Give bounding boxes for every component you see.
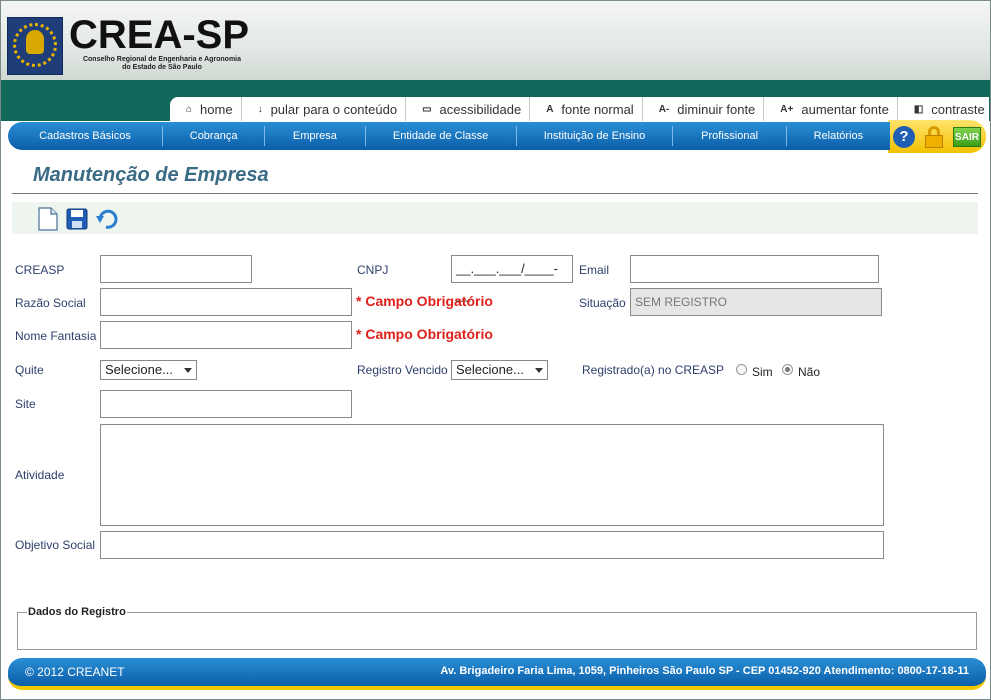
crea-seal-logo bbox=[7, 17, 63, 75]
required-field-note: * Campo Obrigatório bbox=[356, 326, 493, 342]
sim-label: Sim bbox=[752, 365, 773, 379]
increase-font-link[interactable]: A+ aumentar fonte bbox=[763, 97, 897, 121]
nome-fantasia-label: Nome Fantasia bbox=[15, 329, 97, 343]
registro-vencido-select[interactable]: Selecione... bbox=[451, 360, 548, 380]
nome-fantasia-input[interactable] bbox=[100, 321, 352, 349]
nav-entidade-de-classe[interactable]: Entidade de Classe bbox=[366, 126, 517, 146]
site-label: Site bbox=[15, 397, 36, 411]
nav-cobranca[interactable]: Cobrança bbox=[163, 126, 266, 146]
razao-social-label: Razão Social bbox=[15, 296, 86, 310]
situacao-label: Situação bbox=[579, 296, 626, 310]
required-field-note: * Campo Obrigatório bbox=[356, 293, 493, 309]
nao-radio[interactable] bbox=[782, 364, 793, 375]
nav-relatorios[interactable]: Relatórios bbox=[787, 126, 890, 146]
atividade-textarea[interactable] bbox=[100, 424, 884, 526]
quite-label: Quite bbox=[15, 363, 44, 377]
save-icon[interactable] bbox=[66, 207, 88, 231]
cnpj-input[interactable]: __.___.___/____-__ bbox=[451, 255, 573, 302]
registro-vencido-label: Registro Vencido bbox=[357, 363, 448, 377]
footer-address: Av. Brigadeiro Faria Lima, 1059, Pinheir… bbox=[440, 665, 969, 677]
cnpj-label: CNPJ bbox=[357, 263, 389, 277]
title-divider bbox=[12, 193, 978, 194]
nav-cadastros-basicos[interactable]: Cadastros Básicos bbox=[8, 126, 163, 146]
copyright-text: © 2012 CREANET bbox=[25, 665, 125, 679]
main-nav: Cadastros Básicos Cobrança Empresa Entid… bbox=[8, 122, 890, 150]
razao-social-input[interactable] bbox=[100, 288, 352, 316]
home-link[interactable]: ⌂ home bbox=[170, 97, 241, 121]
chevron-down-icon bbox=[535, 368, 543, 373]
dados-registro-legend: Dados do Registro bbox=[27, 606, 127, 618]
email-label: Email bbox=[579, 263, 610, 277]
logo-title: CREA-SP bbox=[69, 13, 250, 57]
font-decrease-icon: A- bbox=[658, 103, 670, 115]
home-icon: ⌂ bbox=[186, 103, 193, 115]
dados-registro-fieldset bbox=[17, 612, 977, 650]
contrast-icon: ◧ bbox=[913, 103, 924, 115]
normal-font-link[interactable]: Afonte normal bbox=[529, 97, 642, 121]
registrado-label: Registrado(a) no CREASP bbox=[582, 363, 725, 377]
nao-label: Não bbox=[798, 365, 821, 379]
nav-instituicao-de-ensino[interactable]: Instituição de Ensino bbox=[517, 126, 674, 146]
chevron-down-icon bbox=[184, 368, 192, 373]
situacao-field: SEM REGISTRO bbox=[630, 288, 882, 316]
creasp-label: CREASP bbox=[15, 263, 65, 277]
email-input[interactable] bbox=[630, 255, 879, 283]
logout-button[interactable]: SAIR bbox=[953, 127, 981, 147]
quite-select[interactable]: Selecione... bbox=[100, 360, 197, 380]
contrast-link[interactable]: ◧ contraste bbox=[896, 97, 991, 121]
toolbar bbox=[12, 202, 978, 234]
atividade-label: Atividade bbox=[15, 468, 65, 482]
font-increase-icon: A+ bbox=[780, 103, 794, 115]
nav-empresa[interactable]: Empresa bbox=[265, 126, 366, 146]
help-icon[interactable]: ? bbox=[893, 126, 915, 148]
skip-to-content-link[interactable]: ↓ pular para o conteúdo bbox=[240, 97, 405, 121]
font-normal-icon: A bbox=[546, 103, 554, 115]
sim-radio[interactable] bbox=[736, 364, 747, 375]
decrease-font-link[interactable]: A-diminuir fonte bbox=[641, 97, 764, 121]
undo-icon[interactable] bbox=[96, 207, 118, 231]
page-title: Manutenção de Empresa bbox=[33, 164, 269, 186]
header: CREA-SP Conselho Regional de Engenharia … bbox=[1, 1, 990, 81]
arrow-down-icon: ↓ bbox=[257, 103, 263, 115]
creasp-input[interactable] bbox=[100, 255, 252, 283]
nav-profissional[interactable]: Profissional bbox=[673, 126, 787, 146]
objetivo-social-input[interactable] bbox=[100, 531, 884, 559]
monitor-icon: ▭ bbox=[422, 103, 432, 115]
accessibility-bar: ⌂ home ↓ pular para o conteúdo ▭ acessibili… bbox=[170, 97, 989, 121]
site-input[interactable] bbox=[100, 390, 352, 418]
objetivo-social-label: Objetivo Social bbox=[15, 538, 96, 552]
lock-icon[interactable] bbox=[925, 126, 943, 148]
new-document-icon[interactable] bbox=[37, 207, 59, 231]
accessibility-link[interactable]: ▭ acessibilidade bbox=[405, 97, 529, 121]
logo-subtitle: Conselho Regional de Engenharia e Agrono… bbox=[82, 56, 242, 71]
footer: © 2012 CREANET Av. Brigadeiro Faria Lima… bbox=[8, 658, 986, 690]
